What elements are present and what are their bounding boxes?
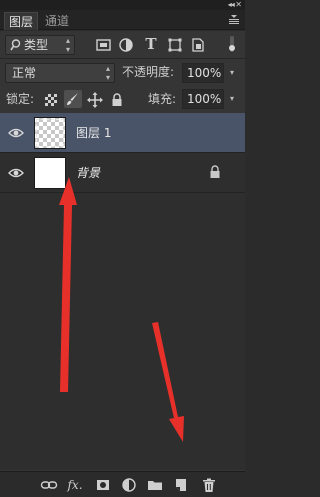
filter-type-label: 类型 bbox=[24, 38, 49, 52]
type-filter-icon[interactable]: T bbox=[142, 36, 160, 54]
blend-mode-label: 正常 bbox=[12, 66, 37, 80]
filter-toggle-icon[interactable] bbox=[226, 35, 238, 53]
chevron-updown-icon: ▴ ▾ bbox=[65, 36, 70, 54]
layers-list: 图层 1 背景 bbox=[0, 113, 245, 470]
shape-filter-icon[interactable] bbox=[166, 36, 184, 54]
filter-row: 类型 ▴ ▾ T bbox=[0, 31, 245, 57]
link-layers-icon[interactable] bbox=[40, 476, 58, 494]
lock-icon bbox=[210, 165, 220, 178]
lock-row: 锁定: 填充: 100% ▾ bbox=[0, 87, 245, 111]
filter-type-dropdown[interactable]: 类型 ▴ ▾ bbox=[5, 35, 75, 55]
adjustment-filter-icon[interactable] bbox=[117, 36, 135, 54]
layer-name[interactable]: 背景 bbox=[76, 164, 100, 181]
tab-layers[interactable]: 图层 bbox=[4, 12, 38, 30]
layer-name[interactable]: 图层 1 bbox=[76, 124, 111, 141]
lock-all-icon[interactable] bbox=[108, 91, 126, 109]
image-filter-icon[interactable] bbox=[95, 36, 113, 54]
smart-object-filter-icon[interactable] bbox=[189, 36, 207, 54]
panel-top-strip: ◂◂ ✕ bbox=[0, 0, 245, 10]
delete-layer-icon[interactable] bbox=[200, 476, 218, 494]
layer-row-layer-1[interactable]: 图层 1 bbox=[0, 113, 245, 153]
layer-row-background[interactable]: 背景 bbox=[0, 153, 245, 193]
fill-label: 填充: bbox=[148, 92, 177, 106]
blend-mode-dropdown[interactable]: 正常 ▴ ▾ bbox=[5, 63, 115, 83]
opacity-label: 不透明度: bbox=[122, 65, 175, 79]
lock-position-icon[interactable] bbox=[86, 91, 104, 109]
new-group-icon[interactable] bbox=[146, 476, 164, 494]
lock-label: 锁定: bbox=[6, 92, 35, 106]
search-icon bbox=[10, 39, 21, 51]
new-layer-icon[interactable] bbox=[172, 476, 190, 494]
layer-thumbnail bbox=[34, 117, 66, 149]
panel-menu-icon[interactable] bbox=[228, 13, 240, 25]
opacity-slider-toggle[interactable]: ▾ bbox=[225, 63, 239, 83]
chevron-updown-icon: ▴ ▾ bbox=[105, 64, 110, 82]
opacity-input[interactable]: 100% bbox=[182, 63, 224, 83]
layers-panel: 类型 ▴ ▾ T 正常 ▴ ▾ 不透明度: 100% ▾ 锁定: 填充: 100… bbox=[0, 31, 245, 497]
eye-icon[interactable] bbox=[8, 125, 24, 141]
panel-tab-bar: 图层 通道 bbox=[0, 10, 245, 30]
layers-bottom-bar: fx. bbox=[0, 471, 245, 497]
fill-input[interactable]: 100% bbox=[182, 89, 224, 109]
fill-slider-toggle[interactable]: ▾ bbox=[225, 89, 239, 109]
layer-style-icon[interactable]: fx. bbox=[66, 476, 84, 494]
lock-image-pixels-icon[interactable] bbox=[64, 90, 82, 108]
layer-mask-icon[interactable] bbox=[94, 476, 112, 494]
lock-transparent-pixels-icon[interactable] bbox=[42, 91, 60, 109]
eye-icon[interactable] bbox=[8, 165, 24, 181]
tab-channels[interactable]: 通道 bbox=[40, 12, 74, 30]
adjustment-layer-icon[interactable] bbox=[120, 476, 138, 494]
collapse-panel-icon[interactable]: ◂◂ ✕ bbox=[228, 0, 242, 9]
blend-row: 正常 ▴ ▾ 不透明度: 100% ▾ bbox=[0, 59, 245, 85]
layer-thumbnail bbox=[34, 157, 66, 189]
